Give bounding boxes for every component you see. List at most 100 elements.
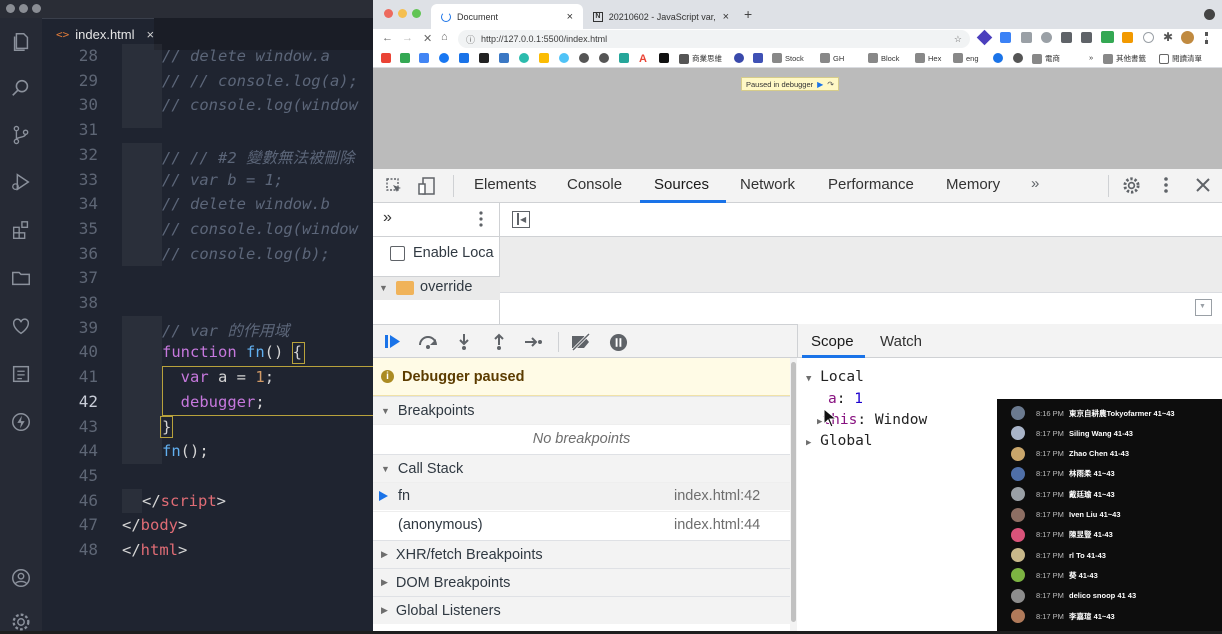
source-control-icon[interactable] xyxy=(9,123,33,147)
heart-icon[interactable] xyxy=(9,314,33,338)
step-out-icon[interactable] xyxy=(490,332,508,352)
more-bookmarks-icon[interactable]: » xyxy=(1089,53,1093,62)
code-line[interactable]: fn(); xyxy=(162,442,209,460)
forward-arrow-icon[interactable]: → xyxy=(402,32,413,44)
bookmark-icon[interactable] xyxy=(400,53,410,63)
call-stack-section-header[interactable]: ▼ Call Stack xyxy=(373,454,790,482)
other-bookmarks-label[interactable]: 其他書籤 xyxy=(1116,53,1146,64)
extension-icon[interactable] xyxy=(1143,32,1154,43)
scope-local-row[interactable]: ▼ Local xyxy=(806,369,864,385)
override-folder-row[interactable]: ▼ override xyxy=(373,277,500,300)
close-tab-icon[interactable]: × xyxy=(723,11,729,23)
pause-on-exceptions-icon[interactable] xyxy=(608,332,628,352)
navigator-menu-icon[interactable] xyxy=(478,210,484,232)
tab-memory[interactable]: Memory xyxy=(946,176,1000,193)
xhr-breakpoints-section-header[interactable]: ▶ XHR/fetch Breakpoints xyxy=(373,540,790,568)
bookmark-icon[interactable] xyxy=(419,53,429,63)
global-listeners-section-header[interactable]: ▶ Global Listeners xyxy=(373,596,790,624)
navigator-more-tabs-icon[interactable]: » xyxy=(383,209,392,227)
settings-gear-icon[interactable] xyxy=(1121,175,1141,195)
step-over-icon[interactable]: ↷ xyxy=(827,80,834,89)
home-icon[interactable]: ⌂ xyxy=(441,31,448,43)
code-line[interactable]: // console.log(window xyxy=(162,96,358,114)
lightning-icon[interactable] xyxy=(9,410,33,434)
breakpoints-section-header[interactable]: ▼ Breakpoints xyxy=(373,396,790,424)
minimize-window-button[interactable] xyxy=(398,9,407,18)
frame-location-link[interactable]: index.html:44 xyxy=(674,517,760,533)
resume-icon[interactable]: ▶ xyxy=(817,80,823,89)
close-window-button[interactable] xyxy=(384,9,393,18)
bookmark-icon[interactable] xyxy=(753,53,763,63)
close-window-button[interactable] xyxy=(6,4,15,13)
account-icon[interactable] xyxy=(9,566,33,590)
more-tabs-icon[interactable]: » xyxy=(1031,175,1039,192)
step-into-icon[interactable] xyxy=(455,332,473,352)
back-arrow-icon[interactable]: ← xyxy=(382,32,393,44)
frame-location-link[interactable]: index.html:42 xyxy=(674,488,760,504)
step-icon[interactable] xyxy=(523,332,545,352)
chrome-menu-icon[interactable] xyxy=(1204,9,1215,20)
code-line[interactable]: </html> xyxy=(122,541,187,559)
deactivate-breakpoints-icon[interactable] xyxy=(569,332,593,352)
browser-tab-document[interactable]: Document × xyxy=(431,4,583,29)
extension-icon[interactable] xyxy=(1061,32,1072,43)
code-line[interactable]: // var b = 1; xyxy=(162,171,283,189)
call-stack-frame[interactable]: fn index.html:42 xyxy=(373,482,790,510)
tab-scope[interactable]: Scope xyxy=(811,333,854,350)
extension-icon[interactable] xyxy=(1021,32,1032,43)
chrome-kebab-icon[interactable] xyxy=(1205,32,1208,44)
minimize-window-button[interactable] xyxy=(19,4,28,13)
code-line[interactable]: </script> xyxy=(142,492,226,510)
code-line[interactable]: // delete window.a xyxy=(162,47,330,65)
profile-avatar[interactable] xyxy=(1181,31,1194,44)
extension-icon[interactable] xyxy=(1122,32,1133,43)
code-editor[interactable]: 28 // delete window.a 29 // // console.log(… xyxy=(42,44,373,631)
step-over-icon[interactable] xyxy=(417,332,441,352)
extension-icon[interactable] xyxy=(976,29,993,46)
reading-list-label[interactable]: 閱讀清單 xyxy=(1172,53,1202,64)
facebook-icon[interactable] xyxy=(439,53,449,63)
close-devtools-icon[interactable] xyxy=(1193,175,1213,195)
tab-sources[interactable]: Sources xyxy=(654,176,709,193)
resume-script-icon[interactable] xyxy=(383,332,405,352)
extension-icon[interactable] xyxy=(1041,32,1052,43)
device-toolbar-icon[interactable] xyxy=(417,175,437,197)
scope-global-row[interactable]: ▶ Global xyxy=(806,433,873,449)
call-stack-frame[interactable]: (anonymous) index.html:44 xyxy=(373,511,790,539)
bookmark-folder-label[interactable]: 電商 xyxy=(1045,53,1060,64)
toggle-debugger-sidebar-icon[interactable]: ▼ xyxy=(1195,299,1212,316)
tab-performance[interactable]: Performance xyxy=(828,176,914,193)
new-tab-button[interactable]: + xyxy=(744,6,752,22)
bookmark-icon[interactable] xyxy=(734,53,744,63)
bookmark-folder-label[interactable]: Block xyxy=(881,54,899,63)
info-icon[interactable]: ⓘ xyxy=(466,33,475,46)
bookmark-folder-label[interactable]: Hex xyxy=(928,54,941,63)
bookmark-icon[interactable] xyxy=(499,53,509,63)
code-line[interactable]: // // console.log(a); xyxy=(162,72,358,90)
folder-icon[interactable] xyxy=(9,266,33,290)
bookmark-icon[interactable] xyxy=(459,53,469,63)
expand-triangle-icon[interactable]: ▼ xyxy=(379,283,388,293)
code-line[interactable]: // var 的作用域 xyxy=(162,319,289,341)
bookmark-icon[interactable] xyxy=(619,53,629,63)
tab-console[interactable]: Console xyxy=(567,176,622,193)
kebab-menu-icon[interactable] xyxy=(1159,175,1173,195)
dom-breakpoints-section-header[interactable]: ▶ DOM Breakpoints xyxy=(373,568,790,596)
gmail-icon[interactable] xyxy=(381,53,391,63)
bookmark-folder-label[interactable]: GH xyxy=(833,54,844,63)
extensions-puzzle-icon[interactable]: ✱ xyxy=(1163,30,1173,44)
browser-tab-notion[interactable]: N 20210602 - JavaScript var, le × xyxy=(583,4,739,29)
tab-close-icon[interactable]: × xyxy=(147,27,155,42)
code-line[interactable]: // delete window.b xyxy=(162,195,330,213)
run-debug-icon[interactable] xyxy=(9,170,33,194)
bookmark-star-icon[interactable]: ☆ xyxy=(954,34,962,45)
explorer-icon[interactable] xyxy=(9,30,33,54)
inspect-element-icon[interactable] xyxy=(384,176,404,196)
google-drive-icon[interactable] xyxy=(539,53,549,63)
extension-icon[interactable] xyxy=(1081,32,1092,43)
bookmark-icon[interactable]: A xyxy=(639,53,647,65)
search-icon[interactable] xyxy=(9,76,33,100)
bookmark-folder-label[interactable]: eng xyxy=(966,54,979,63)
bookmark-icon[interactable] xyxy=(479,53,489,63)
code-line[interactable]: function fn() { xyxy=(162,343,302,361)
